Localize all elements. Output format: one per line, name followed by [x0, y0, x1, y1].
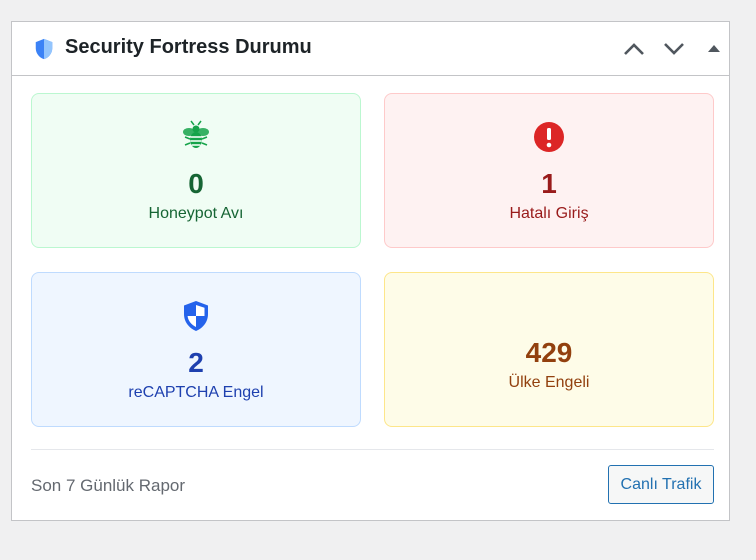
country-block-count: 429 [525, 337, 573, 368]
toggle-panel-button[interactable] [700, 35, 728, 63]
failed-login-label: Hatalı Giriş [509, 205, 589, 222]
move-up-button[interactable] [620, 35, 648, 63]
exclamation-circle-icon [532, 120, 566, 154]
live-traffic-button[interactable]: Canlı Trafik [608, 465, 714, 504]
honeypot-card: 0 Honeypot Avı [31, 93, 361, 248]
recaptcha-label: reCAPTCHA Engel [128, 384, 264, 401]
widget-header: Security Fortress Durumu [12, 22, 729, 76]
chevron-down-icon [664, 43, 684, 55]
triangle-up-icon [708, 45, 720, 52]
failed-login-card: 1 Hatalı Giriş [384, 93, 714, 248]
bee-icon [179, 120, 213, 154]
widget-title: Security Fortress Durumu [65, 36, 312, 58]
failed-login-count: 1 [541, 168, 557, 199]
shield-icon [33, 38, 55, 60]
security-widget: Security Fortress Durumu 0 Honeypot Avı … [11, 21, 730, 521]
country-block-label: Ülke Engeli [508, 374, 590, 391]
chevron-up-icon [624, 43, 644, 55]
honeypot-label: Honeypot Avı [148, 205, 244, 222]
country-block-card: 429 Ülke Engeli [384, 272, 714, 427]
recaptcha-count: 2 [188, 347, 204, 378]
footer-divider [31, 449, 714, 450]
move-down-button[interactable] [660, 35, 688, 63]
report-period-text: Son 7 Günlük Rapor [31, 476, 186, 495]
recaptcha-card: 2 reCAPTCHA Engel [31, 272, 361, 427]
shield-half-icon [179, 299, 213, 333]
honeypot-count: 0 [188, 168, 204, 199]
